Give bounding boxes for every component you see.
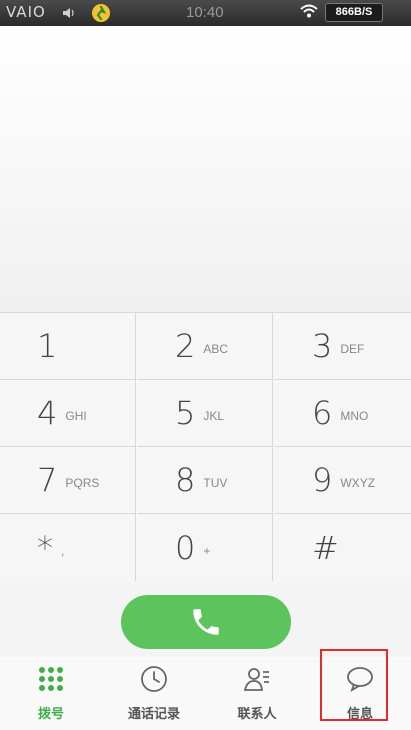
key-letters: ABC	[203, 342, 229, 356]
contacts-icon	[243, 668, 269, 691]
key-letters: +	[203, 543, 211, 558]
key-letters: ,	[61, 543, 65, 558]
key-digit: 2	[175, 327, 196, 365]
key-digit: 9	[312, 461, 333, 499]
clock-time: 10:40	[186, 4, 224, 21]
key-digit: *	[37, 528, 53, 567]
key-5[interactable]: 5 JKL	[137, 380, 273, 447]
key-digit: 7	[37, 461, 58, 499]
key-letters: DEF	[340, 342, 365, 356]
tab-contacts[interactable]: 联系人	[206, 657, 308, 730]
key-star[interactable]: * ,	[0, 514, 136, 581]
key-digit: 6	[312, 394, 333, 432]
network-speed-badge: 866B/S	[325, 3, 383, 22]
dialpad: 1 2 ABC 3 DEF 4 GHI 5 JKL 6 MNO 7 PQRS 8…	[0, 312, 411, 583]
tab-label: 通话记录	[127, 706, 180, 721]
key-letters: TUV	[203, 476, 228, 490]
key-0[interactable]: 0 +	[137, 514, 273, 581]
key-digit: 8	[175, 461, 196, 499]
key-digit: 1	[37, 327, 58, 365]
key-4[interactable]: 4 GHI	[0, 380, 136, 447]
tab-call-log[interactable]: 通话记录	[103, 657, 205, 730]
status-bar: VAIO 10:40 866B/S	[0, 0, 411, 26]
key-2[interactable]: 2 ABC	[137, 313, 273, 380]
dialpad-icon	[39, 667, 63, 691]
key-9[interactable]: 9 WXYZ	[274, 447, 411, 514]
key-digit: 3	[312, 327, 333, 365]
key-digit: 5	[175, 394, 196, 432]
key-digit: 0	[175, 528, 196, 567]
key-3[interactable]: 3 DEF	[274, 313, 411, 380]
call-button[interactable]	[121, 595, 291, 649]
wifi-icon	[300, 4, 318, 18]
highlight-annotation-box	[320, 649, 388, 721]
key-digit: #	[312, 528, 339, 567]
key-1[interactable]: 1	[0, 313, 136, 380]
key-7[interactable]: 7 PQRS	[0, 447, 136, 514]
tab-label: 联系人	[237, 706, 277, 721]
key-hash[interactable]: #	[274, 514, 411, 581]
app-notification-icon	[92, 4, 110, 22]
key-letters: GHI	[65, 409, 87, 423]
key-letters: PQRS	[65, 476, 100, 490]
key-digit: 4	[37, 394, 58, 432]
speaker-icon	[63, 8, 74, 18]
phone-icon	[193, 609, 219, 635]
clock-icon	[141, 666, 167, 692]
key-letters: MNO	[340, 409, 369, 423]
brand-logo: VAIO	[6, 3, 46, 21]
key-8[interactable]: 8 TUV	[137, 447, 273, 514]
key-6[interactable]: 6 MNO	[274, 380, 411, 447]
tab-label: 拨号	[37, 706, 64, 721]
number-display[interactable]	[0, 26, 411, 312]
tab-dialpad[interactable]: 拨号	[0, 657, 102, 730]
key-letters: WXYZ	[340, 476, 376, 490]
key-letters: JKL	[203, 409, 225, 423]
